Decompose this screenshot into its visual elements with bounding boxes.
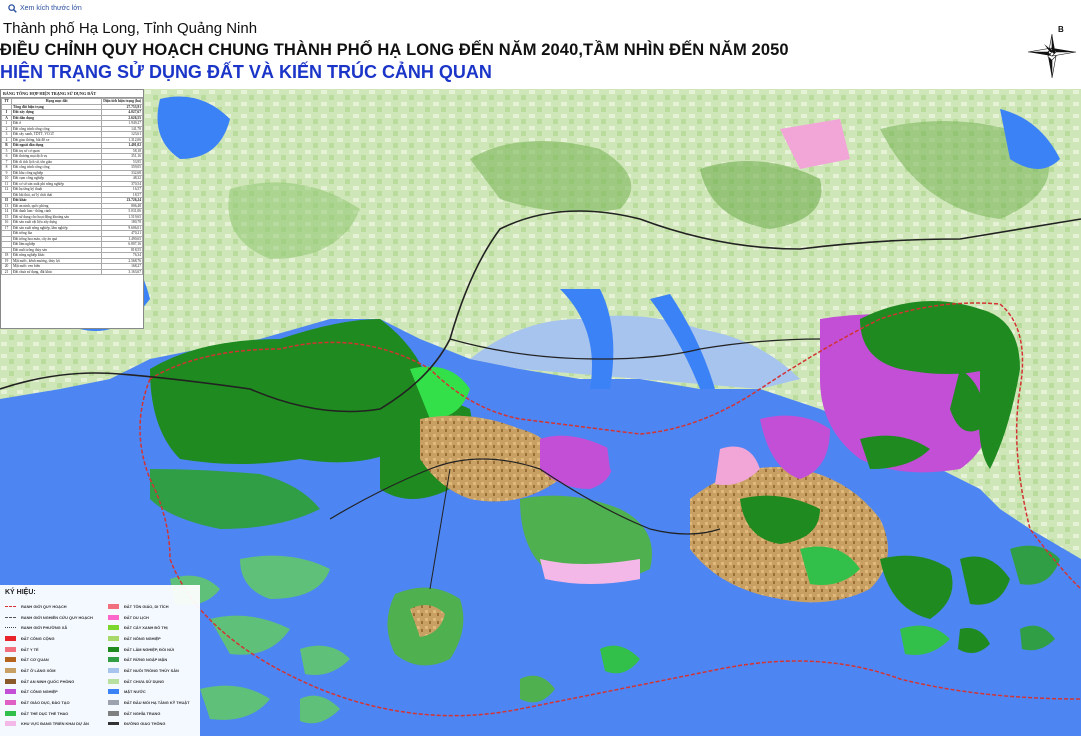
top-bar: Xem kích thước lớn <box>0 0 1081 20</box>
legend-label: ĐẤT NGHĨA TRANG <box>124 710 161 716</box>
view-large-label: Xem kích thước lớn <box>20 5 82 12</box>
legend-swatch <box>108 667 119 673</box>
legend-swatch <box>108 678 119 684</box>
legend-label: ĐẤT RỪNG NGẬP MẶN <box>124 657 168 663</box>
legend-swatch <box>5 678 16 684</box>
legend-swatch <box>5 721 16 727</box>
location-label: Thành phố Hạ Long, Tỉnh Quảng Ninh <box>3 20 258 37</box>
legend-swatch <box>5 616 16 618</box>
map-title: ĐIỀU CHỈNH QUY HOẠCH CHUNG THÀNH PHỐ HẠ … <box>0 41 789 59</box>
legend-swatch <box>5 627 16 629</box>
legend-label: MẶT NƯỚC <box>124 689 146 695</box>
legend-label: ĐẤT LÂM NGHIỆP, ĐỒI NÚI <box>124 646 174 652</box>
legend-label: ĐẤT GIÁO DỤC, ĐÀO TẠO <box>21 700 70 706</box>
legend-label: ĐẤT ĐẦU MỐI HẠ TẦNG KỸ THUẬT <box>124 700 190 706</box>
legend-item: ĐẤT CÔNG NGHIỆP <box>5 687 93 698</box>
summary-table-title: BẢNG TỔNG HỢP HIỆN TRẠNG SỬ DỤNG ĐẤT <box>1 90 143 98</box>
legend-item: ĐƯỜNG GIAO THÔNG <box>108 719 190 730</box>
legend-column-left: RANH GIỚI QUY HOẠCH RANH GIỚI NGHIÊN CỨU … <box>5 601 93 729</box>
legend-swatch <box>5 657 16 663</box>
map-legend: KÝ HIỆU: RANH GIỚI QUY HOẠCH RANH GIỚI NG… <box>0 585 200 736</box>
legend-item: ĐẤT NGHĨA TRANG <box>108 708 190 719</box>
legend-title: KÝ HIỆU: <box>5 589 36 596</box>
legend-swatch <box>108 657 119 663</box>
legend-label: ĐẤT TÔN GIÁO, DI TÍCH <box>124 603 169 609</box>
legend-swatch <box>108 722 119 726</box>
legend-swatch <box>5 667 16 673</box>
legend-swatch <box>108 603 119 609</box>
legend-item: ĐẤT AN NINH QUỐC PHÒNG <box>5 676 93 687</box>
legend-item: ĐẤT RỪNG NGẬP MẶN <box>108 654 190 665</box>
legend-item: ĐẤT ĐẦU MỐI HẠ TẦNG KỸ THUẬT <box>108 697 190 708</box>
legend-item: ĐẤT CHƯA SỬ DỤNG <box>108 676 190 687</box>
legend-swatch <box>108 646 119 652</box>
legend-column-right: ĐẤT TÔN GIÁO, DI TÍCH ĐẤT DU LỊCH ĐẤT CÂY … <box>108 601 190 729</box>
legend-item: ĐẤT CƠ QUAN <box>5 654 93 665</box>
legend-swatch <box>108 625 119 631</box>
legend-label: ĐẤT THỂ DỤC THỂ THAO <box>21 710 69 716</box>
legend-item: RANH GIỚI NGHIÊN CỨU QUY HOẠCH <box>5 612 93 623</box>
map-subtitle: HIỆN TRẠNG SỬ DỤNG ĐẤT VÀ KIẾN TRÚC CẢNH… <box>0 62 492 82</box>
legend-item: ĐẤT CÂY XANH ĐÔ THỊ <box>108 622 190 633</box>
legend-label: ĐẤT CÔNG CỘNG <box>21 635 55 641</box>
legend-item: ĐẤT DU LỊCH <box>108 612 190 623</box>
legend-label: ĐẤT NUÔI TRỒNG THỦY SẢN <box>124 667 179 673</box>
legend-swatch <box>5 689 16 695</box>
legend-label: ĐẤT NÔNG NGHIỆP <box>124 635 161 641</box>
legend-swatch <box>5 646 16 652</box>
legend-item: ĐẤT Y TẾ <box>5 644 93 655</box>
legend-item: ĐẤT LÂM NGHIỆP, ĐỒI NÚI <box>108 644 190 655</box>
summary-table: TT Hạng mục đất Diện tích hiện trạng (ha… <box>1 98 143 275</box>
legend-item: ĐẤT THỂ DỤC THỂ THAO <box>5 708 93 719</box>
legend-swatch <box>5 710 16 716</box>
row-name: Đất chưa sử dụng, đất khác <box>10 268 103 275</box>
col-area: Diện tích hiện trạng (ha) <box>101 98 143 105</box>
legend-swatch <box>108 635 119 641</box>
legend-item: ĐẤT NÔNG NGHIỆP <box>108 633 190 644</box>
legend-item: ĐẤT TÔN GIÁO, DI TÍCH <box>108 601 190 612</box>
legend-item: MẶT NƯỚC <box>108 687 190 698</box>
legend-item: RANH GIỚI QUY HOẠCH <box>5 601 93 612</box>
legend-swatch <box>5 635 16 641</box>
legend-item: ĐẤT CÔNG CỘNG <box>5 633 93 644</box>
legend-label: ĐẤT Ở LÀNG XÓM <box>21 667 56 673</box>
legend-item: RANH GIỚI PHƯỜNG XÃ <box>5 622 93 633</box>
legend-label: ĐẤT CHƯA SỬ DỤNG <box>124 678 165 684</box>
legend-label: ĐẤT AN NINH QUỐC PHÒNG <box>21 678 75 684</box>
legend-label: ĐẤT Y TẾ <box>21 646 39 652</box>
legend-label: RANH GIỚI QUY HOẠCH <box>21 603 67 609</box>
land-use-summary-table: BẢNG TỔNG HỢP HIỆN TRẠNG SỬ DỤNG ĐẤT TT … <box>0 89 144 329</box>
legend-label: ĐẤT CÂY XANH ĐÔ THỊ <box>124 625 168 631</box>
legend-label: ĐẤT CÔNG NGHIỆP <box>21 689 58 695</box>
legend-item: KHU VỰC ĐANG TRIỂN KHAI DỰ ÁN <box>5 719 93 730</box>
compass-letter: B <box>1058 25 1064 34</box>
legend-swatch <box>108 614 119 620</box>
legend-swatch <box>108 710 119 716</box>
legend-item: ĐẤT Ở LÀNG XÓM <box>5 665 93 676</box>
legend-label: RANH GIỚI NGHIÊN CỨU QUY HOẠCH <box>21 614 93 620</box>
north-arrow-icon: B <box>1027 25 1077 79</box>
legend-label: RANH GIỚI PHƯỜNG XÃ <box>21 625 68 631</box>
legend-label: KHU VỰC ĐANG TRIỂN KHAI DỰ ÁN <box>21 721 89 727</box>
legend-item: ĐẤT NUÔI TRỒNG THỦY SẢN <box>108 665 190 676</box>
legend-swatch <box>108 700 119 706</box>
zoom-icon <box>8 4 17 13</box>
legend-label: ĐẤT DU LỊCH <box>124 614 149 620</box>
row-value: 3.163,67 <box>101 268 143 275</box>
legend-swatch <box>108 689 119 695</box>
legend-swatch <box>5 605 16 607</box>
table-row: 21 Đất chưa sử dụng, đất khác 3.163,67 <box>1 268 143 275</box>
legend-swatch <box>5 700 16 706</box>
legend-label: ĐƯỜNG GIAO THÔNG <box>124 721 166 727</box>
legend-item: ĐẤT GIÁO DỤC, ĐÀO TẠO <box>5 697 93 708</box>
legend-label: ĐẤT CƠ QUAN <box>21 657 49 663</box>
view-large-link[interactable]: Xem kích thước lớn <box>8 4 82 13</box>
row-number: 21 <box>1 268 12 275</box>
